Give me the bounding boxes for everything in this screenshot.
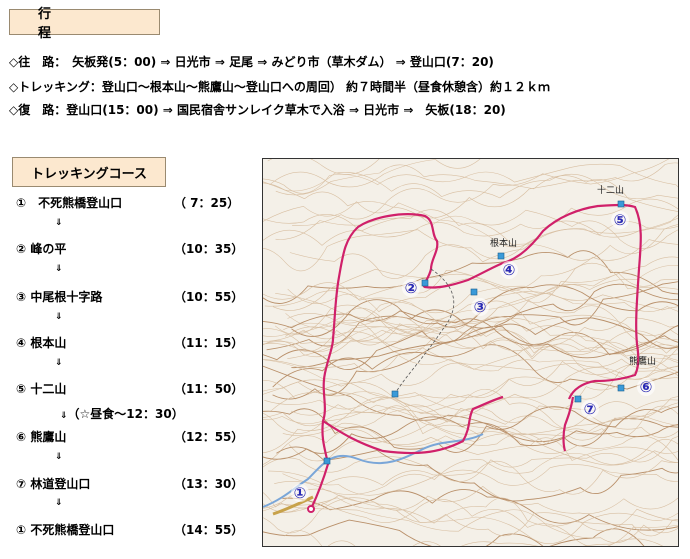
contour-line: [263, 250, 678, 304]
course-stop: ① 不死熊橋登山口 （14：55）: [16, 521, 243, 538]
stop-name: 不死熊橋登山口: [26, 523, 115, 537]
stop-number: ②: [16, 242, 27, 256]
contour-line: [288, 402, 678, 462]
stop-number: ①: [16, 196, 27, 210]
trailhead-point: [307, 505, 315, 513]
stop-number: ①: [16, 523, 27, 537]
course-stop: ③ 中尾根十字路 （10：55）: [16, 288, 243, 305]
down-arrow-icon: ⇓: [55, 218, 63, 228]
stop-time: （10：35）: [174, 242, 244, 256]
lunch-note-text: （☆昼食～12：30）: [67, 407, 184, 421]
stop-number: ⑥: [16, 430, 27, 444]
down-arrow-icon: ⇓: [55, 312, 63, 322]
stop-time: （14：55）: [174, 523, 244, 537]
contour-line: [263, 497, 678, 537]
itinerary-heading: 行 程: [9, 7, 160, 41]
waypoint-square: [617, 384, 625, 392]
itinerary-outbound: ◇往 路： 矢板発(5：00) ⇒ 日光市 ⇒ 足尾 ⇒ みどり市（草木ダム） …: [9, 55, 494, 69]
stop-time: （10：55）: [174, 290, 244, 304]
down-arrow-icon: ⇓: [55, 358, 63, 368]
course-stop: ② 峰の平 （10：35）: [16, 240, 243, 257]
contour-line: [263, 290, 678, 344]
stop-name: 峰の平: [26, 242, 67, 256]
stop-name: 熊鷹山: [26, 430, 67, 444]
contour-line: [268, 460, 678, 495]
stop-time: （11：50）: [174, 382, 244, 396]
course-stop: ④ 根本山 （11：15）: [16, 334, 243, 351]
contour-line: [263, 503, 678, 543]
stop-number: ⑦: [16, 477, 27, 491]
waypoint-square: [470, 288, 478, 296]
contour-line: [284, 530, 664, 546]
lunch-note: ⇓（☆昼食～12：30）: [60, 405, 184, 422]
waypoint-square: [421, 279, 429, 287]
waypoint-square: [497, 252, 505, 260]
course-stop: ⑥ 熊鷹山 （12：55）: [16, 428, 243, 445]
stop-number: ⑤: [16, 382, 27, 396]
map-marker-2: ②: [405, 279, 418, 297]
map-marker-6: ⑥: [640, 378, 653, 396]
map-marker-1: ①: [294, 484, 307, 502]
route-map: ① ② ③ ④ ⑤ ⑥ ⑦ 根本山 十二山 熊鷹山: [262, 158, 679, 547]
stop-time: （ 7：25）: [174, 196, 240, 210]
course-heading: トレッキングコース: [12, 157, 166, 187]
contour-line: [269, 159, 481, 188]
stop-name: 林道登山口: [26, 477, 91, 491]
stop-number: ③: [16, 290, 27, 304]
map-marker-7: ⑦: [584, 400, 597, 418]
contour-line: [267, 159, 380, 175]
map-marker-5: ⑤: [614, 211, 627, 229]
contour-line: [291, 317, 678, 369]
contour-line: [283, 319, 678, 371]
stop-name: 根本山: [26, 336, 67, 350]
course-stop: ⑦ 林道登山口 （13：30）: [16, 475, 243, 492]
label-kumataka-peak: 熊鷹山: [629, 355, 656, 367]
map-marker-3: ③: [474, 298, 487, 316]
itinerary-trekking: ◇トレッキング：登山口～根本山～熊鷹山～登山口への周回） 約７時間半（昼食休憩含…: [9, 80, 551, 94]
contour-line: [282, 415, 678, 447]
hiking-route: [310, 203, 642, 510]
down-arrow-icon: ⇓: [55, 264, 63, 274]
down-arrow-icon: ⇓: [55, 498, 63, 508]
waypoint-square: [617, 200, 625, 208]
stop-name: 中尾根十字路: [26, 290, 103, 304]
waypoint-square: [323, 457, 331, 465]
label-nemoto-peak: 根本山: [490, 237, 517, 249]
label-juni-peak: 十二山: [597, 184, 624, 196]
stop-name: 十二山: [26, 382, 67, 396]
stop-time: （13：30）: [174, 477, 244, 491]
map-svg: ① ② ③ ④ ⑤ ⑥ ⑦ 根本山 十二山 熊鷹山: [263, 159, 678, 546]
contour-line: [263, 326, 678, 363]
course-stop: ⑤ 十二山 （11：50）: [16, 380, 243, 397]
down-arrow-icon: ⇓: [60, 411, 68, 421]
map-marker-4: ④: [503, 261, 516, 279]
stop-time: （12：55）: [174, 430, 244, 444]
contour-line: [270, 392, 678, 438]
itinerary-return: ◇復 路：登山口(15：00) ⇒ 国民宿舎サンレイク草木で入浴 ⇒ 日光市 ⇒…: [9, 103, 506, 117]
course-stop: ① 不死熊橋登山口 （ 7：25）: [16, 194, 239, 211]
stop-name: 不死熊橋登山口: [26, 196, 123, 210]
down-arrow-icon: ⇓: [55, 452, 63, 462]
waypoint-square: [391, 390, 399, 398]
stop-time: （11：15）: [174, 336, 244, 350]
waypoint-square: [574, 395, 582, 403]
stop-number: ④: [16, 336, 27, 350]
